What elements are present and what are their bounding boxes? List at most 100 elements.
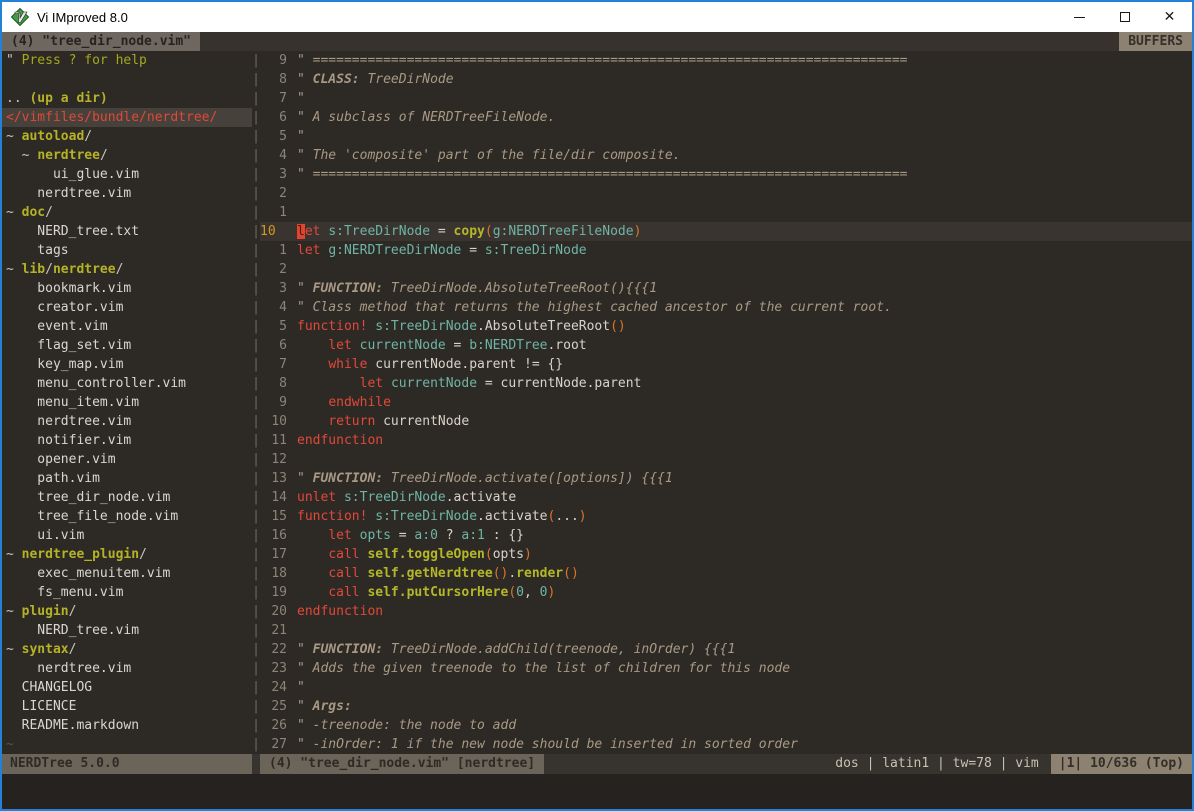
code-line[interactable]: 7 while currentNode.parent != {}: [260, 355, 1192, 374]
code-segment-id: currentNode: [360, 338, 446, 353]
code-line[interactable]: 17 call self.toggleOpen(opts): [260, 545, 1192, 564]
code-line[interactable]: 24": [260, 678, 1192, 697]
tree-root-item[interactable]: </vimfiles/bundle/nerdtree/: [2, 108, 252, 127]
tree-item[interactable]: menu_controller.vim: [2, 374, 252, 393]
tree-item[interactable]: nerdtree.vim: [2, 659, 252, 678]
tree-item[interactable]: ui_glue.vim: [2, 165, 252, 184]
line-number: 19: [260, 583, 287, 602]
tree-item[interactable]: CHANGELOG: [2, 678, 252, 697]
tab-active-buffer[interactable]: (4) "tree_dir_node.vim": [2, 32, 200, 51]
separator-bar: |: [252, 146, 260, 165]
tree-item[interactable]: notifier.vim: [2, 431, 252, 450]
code-segment-q: /: [84, 129, 92, 144]
separator-bar: |: [252, 393, 260, 412]
code-line[interactable]: 14unlet s:TreeDirNode.activate: [260, 488, 1192, 507]
tree-item[interactable]: ~ nerdtree/: [2, 146, 252, 165]
code-line[interactable]: 20endfunction: [260, 602, 1192, 621]
code-line[interactable]: 1let g:NERDTreeDirNode = s:TreeDirNode: [260, 241, 1192, 260]
statusline: NERDTree 5.0.0 (4) "tree_dir_node.vim" […: [2, 754, 1192, 774]
tree-item[interactable]: [2, 70, 252, 89]
code-line[interactable]: 25" Args:: [260, 697, 1192, 716]
code-text: call self.toggleOpen(opts): [297, 545, 532, 564]
code-line-current[interactable]: 10let s:TreeDirNode = copy(g:NERDTreeFil…: [260, 222, 1192, 241]
tree-item[interactable]: ~ doc/: [2, 203, 252, 222]
tree-item[interactable]: opener.vim: [2, 450, 252, 469]
main-area: " Press ? for help .. (up a dir)</vimfile…: [2, 51, 1192, 754]
code-line[interactable]: 13" FUNCTION: TreeDirNode.activate([opti…: [260, 469, 1192, 488]
tree-item[interactable]: ~ plugin/: [2, 602, 252, 621]
code-line[interactable]: 8 let currentNode = currentNode.parent: [260, 374, 1192, 393]
tree-item[interactable]: tree_file_node.vim: [2, 507, 252, 526]
minimize-button[interactable]: [1057, 2, 1102, 32]
code-line[interactable]: 27" -inOrder: 1 if the new node should b…: [260, 735, 1192, 754]
code-segment-cm: " Class method that returns the highest …: [297, 300, 892, 315]
line-number: 9: [260, 51, 287, 70]
code-line[interactable]: 3" =====================================…: [260, 165, 1192, 184]
tree-item[interactable]: event.vim: [2, 317, 252, 336]
code-line[interactable]: 8" CLASS: TreeDirNode: [260, 70, 1192, 89]
code-line[interactable]: 22" FUNCTION: TreeDirNode.addChild(treen…: [260, 640, 1192, 659]
window-split-separator[interactable]: |||||||||||||||||||||||||||||||||||||: [252, 51, 260, 754]
code-line[interactable]: 21: [260, 621, 1192, 640]
code-line[interactable]: 11endfunction: [260, 431, 1192, 450]
tree-item[interactable]: exec_menuitem.vim: [2, 564, 252, 583]
tree-item[interactable]: flag_set.vim: [2, 336, 252, 355]
tree-item[interactable]: ~ autoload/: [2, 127, 252, 146]
line-number: 15: [260, 507, 287, 526]
code-text: function! s:TreeDirNode.AbsoluteTreeRoot…: [297, 317, 626, 336]
tree-item[interactable]: tree_dir_node.vim: [2, 488, 252, 507]
code-segment-cm: ": [297, 281, 313, 296]
code-line[interactable]: 9 endwhile: [260, 393, 1192, 412]
code-line[interactable]: 5function! s:TreeDirNode.AbsoluteTreeRoo…: [260, 317, 1192, 336]
tree-item[interactable]: NERD_tree.txt: [2, 222, 252, 241]
command-line[interactable]: [2, 774, 1192, 809]
tree-item[interactable]: ~: [2, 735, 252, 754]
tree-item[interactable]: nerdtree.vim: [2, 412, 252, 431]
tree-item[interactable]: ~ lib/nerdtree/: [2, 260, 252, 279]
tree-item[interactable]: path.vim: [2, 469, 252, 488]
tree-item[interactable]: ui.vim: [2, 526, 252, 545]
code-line[interactable]: 7": [260, 89, 1192, 108]
code-line[interactable]: 15 function! s:TreeDirNode.activate(...): [260, 507, 1192, 526]
close-button[interactable]: ✕: [1147, 2, 1192, 32]
code-line[interactable]: 19 call self.putCursorHere(0, 0): [260, 583, 1192, 602]
code-text: function! s:TreeDirNode.activate(...): [297, 507, 587, 526]
tree-item[interactable]: tags: [2, 241, 252, 260]
code-line[interactable]: 4" The 'composite' part of the file/dir …: [260, 146, 1192, 165]
line-number: 24: [260, 678, 287, 697]
code-line[interactable]: 10 return currentNode: [260, 412, 1192, 431]
tree-item[interactable]: key_map.vim: [2, 355, 252, 374]
tree-item[interactable]: bookmark.vim: [2, 279, 252, 298]
code-line[interactable]: 2: [260, 260, 1192, 279]
code-line[interactable]: 3" FUNCTION: TreeDirNode.AbsoluteTreeRoo…: [260, 279, 1192, 298]
line-number: 4: [260, 298, 287, 317]
code-line[interactable]: 4 " Class method that returns the highest…: [260, 298, 1192, 317]
code-line[interactable]: 6" A subclass of NERDTreeFileNode.: [260, 108, 1192, 127]
code-segment-p: opener.vim: [6, 452, 116, 467]
tree-item[interactable]: nerdtree.vim: [2, 184, 252, 203]
tree-item[interactable]: ~ nerdtree_plugin/: [2, 545, 252, 564]
maximize-button[interactable]: [1102, 2, 1147, 32]
code-line[interactable]: 5": [260, 127, 1192, 146]
window-controls: ✕: [1057, 2, 1192, 32]
tree-item[interactable]: ~ syntax/: [2, 640, 252, 659]
code-line[interactable]: 26" -treenode: the node to add: [260, 716, 1192, 735]
tree-item[interactable]: README.markdown: [2, 716, 252, 735]
tree-item[interactable]: " Press ? for help: [2, 51, 252, 70]
tree-item[interactable]: menu_item.vim: [2, 393, 252, 412]
code-line[interactable]: 6 let currentNode = b:NERDTree.root: [260, 336, 1192, 355]
tree-item[interactable]: fs_menu.vim: [2, 583, 252, 602]
tree-item[interactable]: LICENCE: [2, 697, 252, 716]
tree-item[interactable]: NERD_tree.vim: [2, 621, 252, 640]
code-line[interactable]: 23" Adds the given treenode to the list …: [260, 659, 1192, 678]
code-line[interactable]: 2: [260, 184, 1192, 203]
code-line[interactable]: 12: [260, 450, 1192, 469]
code-line[interactable]: 9" =====================================…: [260, 51, 1192, 70]
code-line[interactable]: 1: [260, 203, 1192, 222]
code-line[interactable]: 18 call self.getNerdtree().render(): [260, 564, 1192, 583]
code-line[interactable]: 16 let opts = a:0 ? a:1 : {}: [260, 526, 1192, 545]
code-segment-p: fs_menu.vim: [6, 585, 123, 600]
tree-item[interactable]: .. (up a dir): [2, 89, 252, 108]
code-segment-p: NERD_tree.txt: [6, 224, 139, 239]
tree-item[interactable]: creator.vim: [2, 298, 252, 317]
